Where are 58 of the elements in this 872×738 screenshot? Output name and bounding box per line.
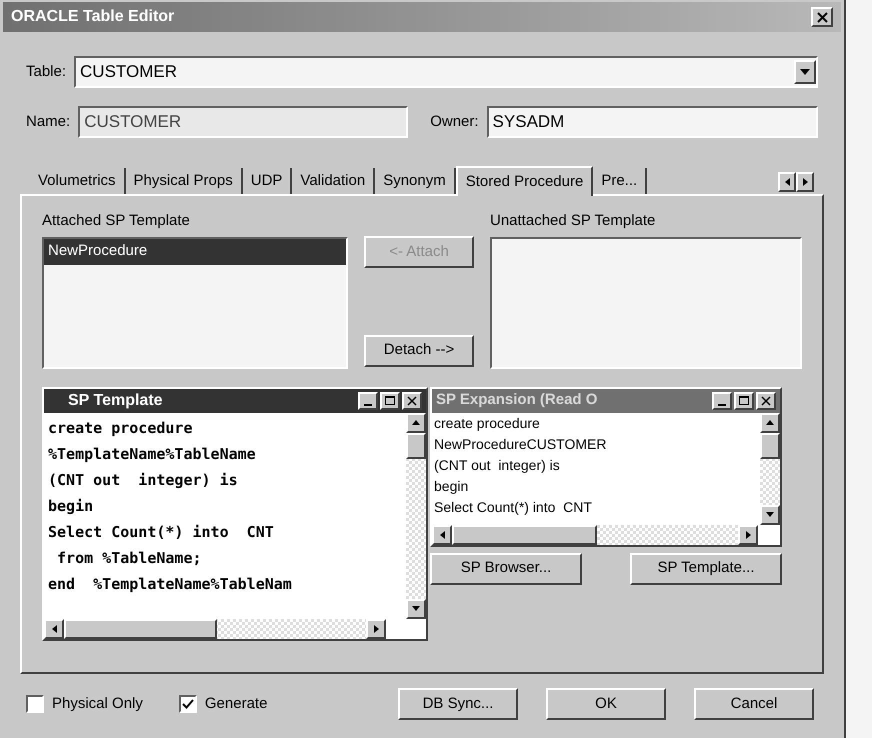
window-title: SP Expansion (Read O: [436, 390, 598, 410]
field-label: Name:: [26, 112, 70, 132]
scroll-left-icon[interactable]: [44, 618, 64, 638]
field-label: Table:: [26, 62, 66, 82]
scroll-thumb[interactable]: [452, 524, 597, 544]
list-label: Unattached SP Template: [490, 211, 656, 231]
owner-field[interactable]: SYSADM: [486, 106, 818, 138]
text-line: Select Count(*) into CNT: [434, 498, 593, 517]
scroll-up-icon[interactable]: [760, 412, 780, 432]
text-line: begin: [434, 476, 470, 496]
panel-button[interactable]: SP Template...: [630, 552, 782, 584]
dialog-button[interactable]: DB Sync...: [398, 688, 518, 720]
code-line: begin: [48, 496, 94, 516]
scroll-thumb[interactable]: [64, 618, 217, 638]
table-dropdown[interactable]: CUSTOMER: [74, 56, 818, 88]
list-label: Attached SP Template: [42, 211, 191, 231]
scroll-down-icon[interactable]: [406, 598, 426, 618]
checkbox-label: Generate: [204, 694, 268, 714]
scroll-up-icon[interactable]: [406, 412, 426, 432]
code-line: end %TemplateName%TableNam: [48, 574, 293, 594]
tab-scroll-left-icon[interactable]: [778, 172, 796, 192]
close-icon[interactable]: [811, 7, 833, 27]
checkbox[interactable]: [178, 695, 197, 713]
scroll-left-icon[interactable]: [432, 524, 452, 544]
maximize-icon[interactable]: [380, 392, 400, 410]
field-label: Owner:: [430, 112, 479, 132]
name-field[interactable]: CUSTOMER: [78, 106, 408, 138]
panel-button[interactable]: SP Browser...: [430, 552, 582, 584]
scroll-thumb[interactable]: [760, 432, 780, 458]
window-title: SP Template: [68, 390, 163, 410]
minimize-icon[interactable]: [712, 392, 732, 410]
code-line: (CNT out integer) is: [48, 470, 239, 490]
window-title: ORACLE Table Editor: [11, 7, 174, 27]
scroll-right-icon[interactable]: [738, 524, 758, 544]
tab[interactable]: Stored Procedure: [456, 166, 594, 196]
code-line: from %TableName;: [56, 548, 203, 568]
close-icon[interactable]: [756, 392, 776, 410]
text-line: NewProcedureCUSTOMER: [434, 434, 608, 454]
checkbox-label: Physical Only: [52, 694, 143, 714]
text-line: (CNT out integer) is: [434, 456, 561, 475]
unattached-list[interactable]: [490, 236, 802, 368]
code-line: create procedure: [48, 418, 194, 438]
checkbox[interactable]: [26, 695, 44, 713]
tab-scroll-right-icon[interactable]: [796, 172, 814, 192]
close-icon[interactable]: [402, 392, 422, 410]
attached-list[interactable]: NewProcedure: [42, 236, 348, 368]
code-line: Select Count(*) into CNT: [48, 522, 275, 542]
code-line: %TemplateName%TableName: [48, 444, 257, 464]
scroll-right-icon[interactable]: [366, 618, 386, 638]
maximize-icon[interactable]: [734, 392, 754, 410]
text-line: create procedure: [434, 414, 541, 433]
scroll-thumb[interactable]: [406, 432, 426, 458]
scroll-down-icon[interactable]: [760, 504, 780, 524]
minimize-icon[interactable]: [358, 392, 378, 410]
dialog-button[interactable]: Cancel: [694, 688, 814, 720]
list-item[interactable]: NewProcedure: [44, 238, 346, 264]
dialog-button[interactable]: OK: [546, 688, 666, 720]
detach-button[interactable]: Detach -->: [364, 334, 474, 366]
